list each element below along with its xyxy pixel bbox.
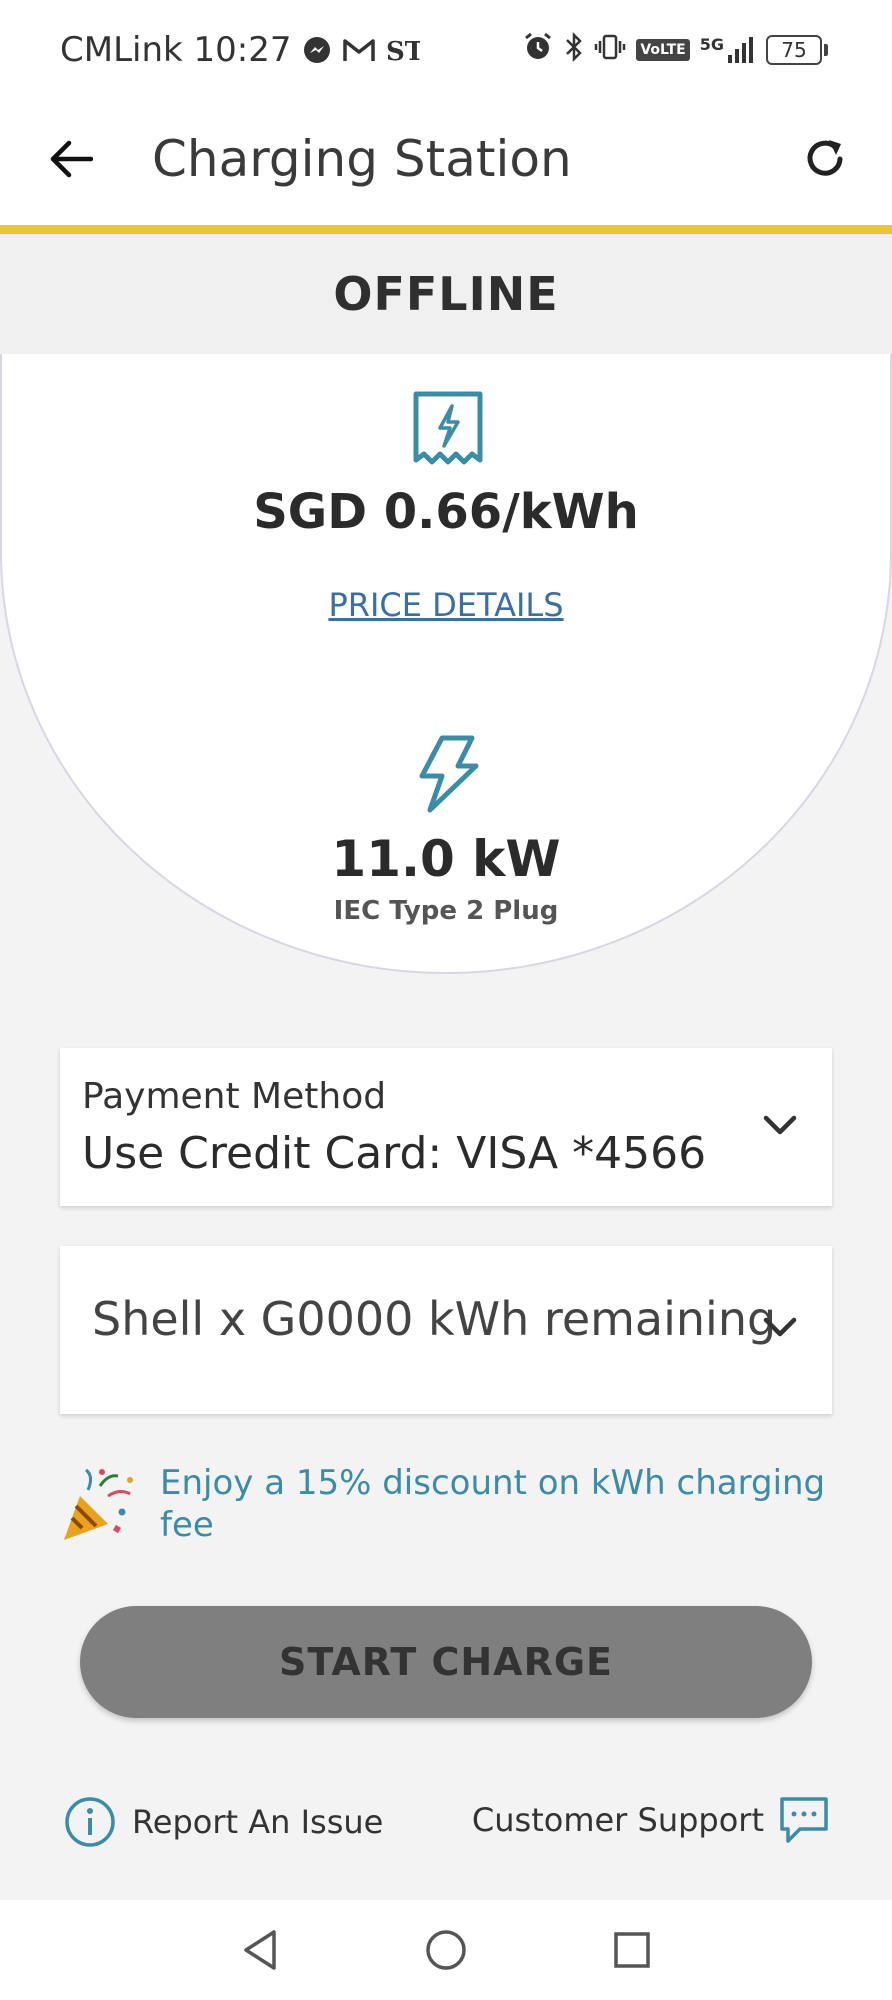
page-title: Charging Station: [152, 130, 572, 188]
chevron-down-icon: [758, 1104, 802, 1148]
party-popper-icon: [64, 1468, 133, 1540]
st-news-icon: ST: [386, 35, 420, 65]
nav-recents-button[interactable]: [606, 1924, 658, 1976]
carrier-time: CMLink 10:27: [60, 30, 292, 70]
app-bar: Charging Station: [0, 100, 892, 225]
station-info-card: SGD 0.66/kWh PRICE DETAILS 11.0 kW IEC T…: [0, 354, 892, 974]
nav-home-button[interactable]: [420, 1924, 472, 1976]
customer-support-link[interactable]: Customer Support: [472, 1790, 830, 1850]
chat-bubble-icon: [780, 1797, 828, 1843]
price-details-link[interactable]: PRICE DETAILS: [2, 586, 890, 624]
station-status-banner: OFFLINE: [0, 234, 892, 354]
gmail-icon: [342, 36, 376, 64]
refresh-button[interactable]: [792, 126, 858, 192]
bluetooth-icon: [564, 31, 584, 69]
signal-icon: 5G: [700, 35, 756, 65]
messenger-icon: [302, 35, 332, 65]
package-value: Shell x G0000 kWh remaining: [92, 1292, 777, 1346]
report-issue-label: Report An Issue: [132, 1803, 384, 1841]
network-type-label: 5G: [699, 35, 724, 54]
chevron-down-icon: [758, 1306, 802, 1350]
battery-level: 75: [766, 35, 822, 65]
tariff-receipt-icon: [413, 391, 483, 465]
circle-home-icon: [426, 1930, 466, 1970]
plug-type: IEC Type 2 Plug: [333, 896, 559, 926]
charging-package-select[interactable]: Shell x G0000 kWh remaining: [60, 1246, 832, 1414]
lightning-bolt-icon: [419, 735, 479, 813]
back-button[interactable]: [40, 128, 102, 190]
charger-power: 11.0 kW: [331, 830, 561, 888]
customer-support-label: Customer Support: [471, 1801, 764, 1839]
discount-text: Enjoy a 15% discount on kWh charging fee: [160, 1463, 826, 1545]
payment-method-value: Use Credit Card: VISA *4566: [82, 1128, 707, 1179]
arrow-left-icon: [50, 140, 93, 178]
status-bar: CMLink 10:27 ST VoLTE 5G 75: [0, 0, 892, 100]
start-charge-button[interactable]: START CHARGE: [80, 1606, 812, 1718]
start-charge-label: START CHARGE: [279, 1640, 613, 1684]
info-icon: [65, 1797, 115, 1847]
payment-method-select[interactable]: Payment Method Use Credit Card: VISA *45…: [60, 1048, 832, 1206]
accent-divider: [0, 225, 892, 234]
status-right: VoLTE 5G 75: [522, 28, 828, 72]
discount-banner: Enjoy a 15% discount on kWh charging fee: [60, 1462, 840, 1562]
payment-method-label: Payment Method: [82, 1076, 387, 1117]
svg-text:ST: ST: [386, 37, 420, 65]
report-issue-link[interactable]: Report An Issue: [64, 1794, 383, 1850]
price-per-kwh: SGD 0.66/kWh: [253, 484, 639, 540]
volte-badge: VoLTE: [636, 39, 690, 61]
system-nav-bar: [0, 1900, 892, 2000]
square-recents-icon: [614, 1932, 650, 1968]
triangle-back-icon: [244, 1930, 276, 1970]
nav-back-button[interactable]: [234, 1924, 286, 1976]
vibrate-icon: [594, 31, 626, 69]
alarm-icon: [522, 31, 554, 69]
battery-icon: 75: [766, 35, 828, 65]
status-left: CMLink 10:27 ST: [60, 28, 420, 72]
refresh-icon: [807, 140, 843, 176]
station-status: OFFLINE: [333, 267, 559, 321]
